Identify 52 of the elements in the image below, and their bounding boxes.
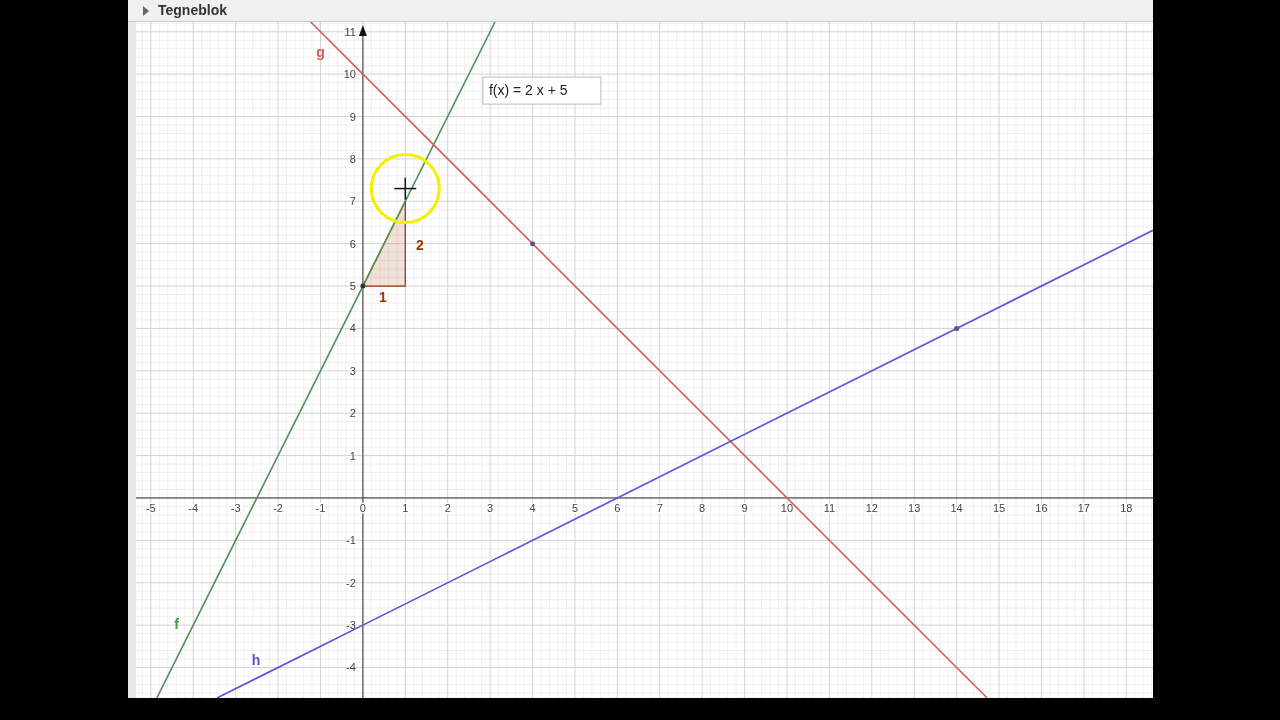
- tick-label: 2: [444, 501, 451, 514]
- tick-label: 4: [529, 501, 536, 514]
- tick-label: 3: [487, 501, 494, 514]
- tick-label: -2: [346, 576, 356, 589]
- caret-icon: [142, 5, 150, 16]
- tick-label: 1: [402, 501, 409, 514]
- tick-label: 7: [656, 501, 663, 514]
- tick-label: 9: [349, 110, 356, 123]
- tick-label: 6: [614, 501, 621, 514]
- tick-label: 11: [344, 25, 356, 38]
- point: [954, 325, 960, 331]
- tick-label: 5: [349, 280, 356, 293]
- tick-label: 4: [349, 322, 356, 335]
- tick-label: 14: [950, 501, 963, 514]
- tick-label: 13: [908, 501, 921, 514]
- tick-label: 10: [343, 68, 356, 81]
- tick-label: 2: [349, 407, 356, 420]
- tick-label: 1: [349, 449, 356, 462]
- expand-toggle[interactable]: [142, 5, 150, 16]
- tick-label: 17: [1077, 501, 1090, 514]
- triangle-side-label: 2: [415, 237, 424, 253]
- tick-label: 3: [349, 364, 356, 377]
- tick-label: 6: [349, 237, 356, 250]
- tick-label: 8: [699, 501, 706, 514]
- line-name-label: h: [251, 652, 261, 669]
- tick-label: -4: [346, 661, 356, 674]
- tick-label: 10: [780, 501, 794, 514]
- formula-label: f(x) = 2 x + 5: [482, 76, 602, 105]
- tick-label: 9: [741, 501, 748, 514]
- panel-title: Tegneblok: [158, 1, 227, 20]
- tick-label: -1: [315, 501, 326, 514]
- tick-label: 16: [1035, 501, 1048, 514]
- tick-label: -3: [346, 619, 356, 632]
- triangle-side-label: 1: [379, 289, 387, 306]
- point: [360, 283, 366, 289]
- tick-label: 8: [349, 152, 356, 165]
- tick-label: 11: [823, 501, 836, 514]
- line-name-label: f: [174, 616, 179, 633]
- tick-label: 7: [349, 195, 356, 208]
- tick-label: -2: [273, 501, 283, 514]
- line-name-label: g: [316, 44, 325, 61]
- cursor-highlight-icon: [369, 153, 441, 225]
- tick-label: -4: [188, 501, 199, 514]
- annotation: f(x) = 2 x + 5: [488, 82, 568, 99]
- tick-label: -1: [346, 534, 356, 547]
- tick-label: -3: [230, 501, 241, 514]
- tick-label: -5: [145, 501, 156, 514]
- point: [530, 241, 536, 247]
- tick-label: 18: [1120, 501, 1133, 514]
- tick-label: 5: [571, 501, 578, 514]
- tick-label: 15: [992, 501, 1006, 514]
- tick-label: 12: [865, 501, 878, 514]
